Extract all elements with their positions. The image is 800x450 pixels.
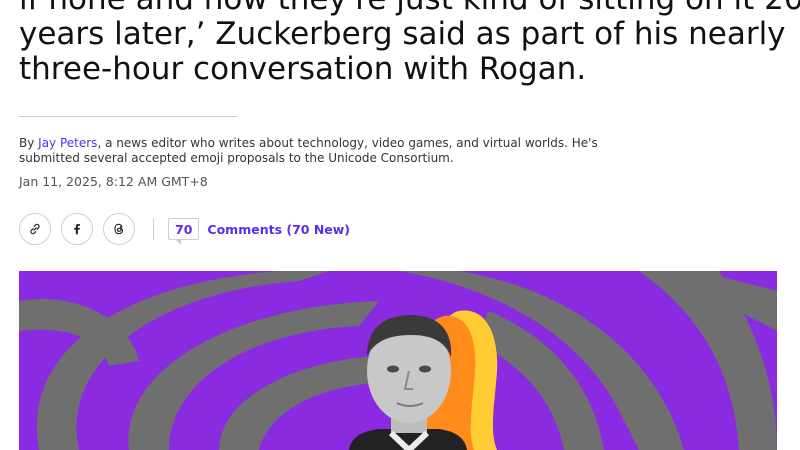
link-icon [30,223,40,235]
facebook-icon [74,223,80,235]
hero-illustration [19,271,777,450]
threads-share-button[interactable] [103,213,135,245]
share-bar: 70 Comments (70 New) [19,212,350,246]
dek-line: three-hour conversation with Rogan. [19,51,587,87]
facebook-share-button[interactable] [61,213,93,245]
dek-line: if none and now they're just kind of sit… [19,0,800,17]
byline: By Jay Peters, a news editor who writes … [19,136,619,166]
author-link[interactable]: Jay Peters [38,136,97,150]
publish-date: Jan 11, 2025, 8:12 AM GMT+8 [19,174,208,189]
comments-link-group[interactable]: 70 Comments (70 New) [168,218,350,245]
article-dek: if none and now they're just kind of sit… [19,0,800,87]
dek-line: years later,’ Zuckerberg said as part of… [19,16,786,52]
separator [153,218,154,240]
copy-link-button[interactable] [19,213,51,245]
hero-image [19,271,777,450]
author-bio: , a news editor who writes about technol… [19,136,598,165]
threads-icon [114,223,124,235]
comments-link[interactable]: Comments (70 New) [207,222,350,237]
section-divider [19,116,237,117]
byline-prefix: By [19,136,39,150]
comment-count-badge[interactable]: 70 [168,218,200,245]
